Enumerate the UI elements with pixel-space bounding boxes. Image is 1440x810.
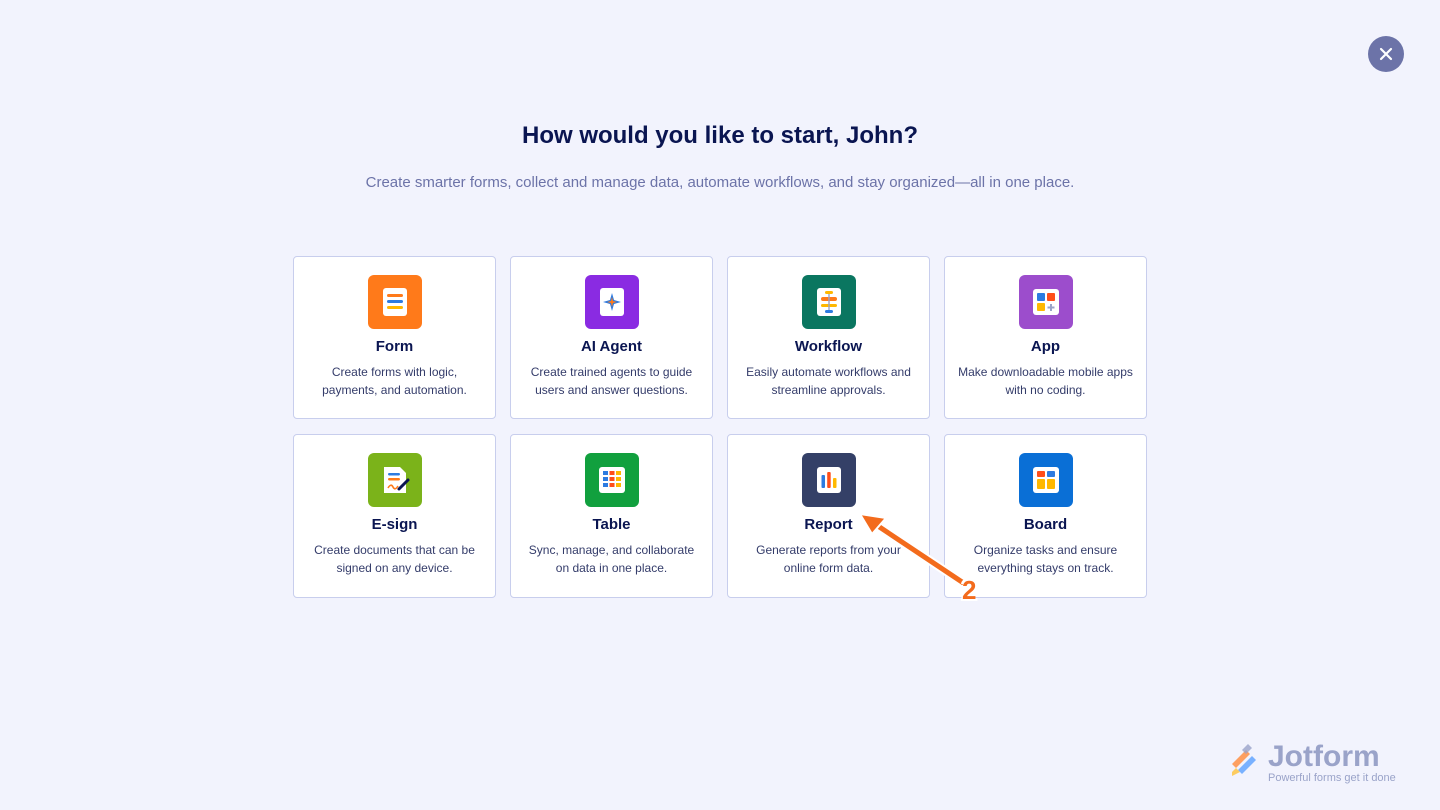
form-icon <box>367 275 422 329</box>
card-title: Workflow <box>794 338 863 355</box>
card-title: App <box>1030 338 1061 355</box>
card-description: Sync, manage, and collaborate on data in… <box>528 543 695 575</box>
close-button[interactable] <box>1368 36 1404 72</box>
card-esign[interactable]: E-sign Create documents that can be sign… <box>293 434 496 598</box>
card-app[interactable]: App Make downloadable mobile apps with n… <box>944 256 1147 419</box>
card-form[interactable]: Form Create forms with logic, payments, … <box>293 256 496 419</box>
card-description: Create forms with logic, payments, and a… <box>322 365 467 397</box>
report-icon <box>801 453 856 507</box>
card-description: Easily automate workflows and streamline… <box>746 365 911 397</box>
card-description: Organize tasks and ensure everything sta… <box>973 543 1118 575</box>
card-title: Form <box>375 338 414 355</box>
card-title: Board <box>1023 516 1068 533</box>
app-icon <box>1018 275 1073 329</box>
card-report[interactable]: Report Generate reports from your online… <box>727 434 930 598</box>
option-grid: Form Create forms with logic, payments, … <box>293 256 1147 598</box>
brand-tagline: Powerful forms get it done <box>1268 772 1396 784</box>
dialog-title: How would you like to start, John? <box>521 122 918 149</box>
card-description: Make downloadable mobile apps with no co… <box>958 365 1133 397</box>
close-icon <box>1379 47 1393 61</box>
card-description: Create trained agents to guide users and… <box>530 365 693 397</box>
card-board[interactable]: Board Organize tasks and ensure everythi… <box>944 434 1147 598</box>
ai-agent-icon <box>584 275 639 329</box>
table-icon <box>584 453 639 507</box>
card-workflow[interactable]: Workflow Easily automate workflows and s… <box>727 256 930 419</box>
card-description: Generate reports from your online form d… <box>756 543 901 575</box>
card-title: AI Agent <box>580 338 643 355</box>
card-title: E-sign <box>371 516 418 533</box>
annotation-number: 2 <box>962 575 977 605</box>
workflow-icon <box>801 275 856 329</box>
dialog-subtitle: Create smarter forms, collect and manage… <box>365 174 1075 191</box>
brand-name: Jotform <box>1268 740 1380 773</box>
card-table[interactable]: Table Sync, manage, and collaborate on d… <box>510 434 713 598</box>
esign-icon <box>367 453 422 507</box>
jotform-logo-icon <box>1232 744 1256 776</box>
board-icon <box>1018 453 1073 507</box>
jotform-brand: Jotform Powerful forms get it done <box>1228 740 1408 786</box>
card-title: Table <box>592 516 631 533</box>
start-dialog: How would you like to start, John? Creat… <box>0 0 1440 810</box>
card-ai-agent[interactable]: AI Agent Create trained agents to guide … <box>510 256 713 419</box>
card-description: Create documents that can be signed on a… <box>314 543 475 575</box>
card-title: Report <box>804 516 853 533</box>
